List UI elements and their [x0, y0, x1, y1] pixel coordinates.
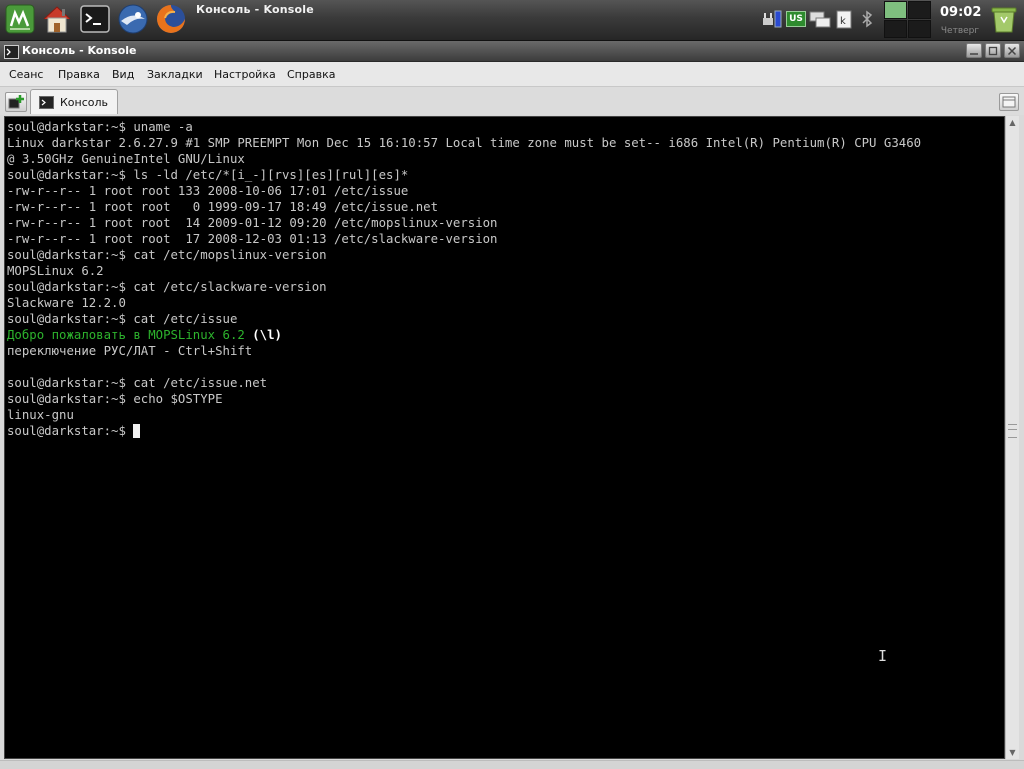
menu-edit[interactable]: Правка	[58, 68, 100, 81]
close-tab-button[interactable]	[999, 93, 1019, 111]
terminal-line: soul@darkstar:~$ ls -ld /etc/*[i_-][rvs]…	[7, 168, 409, 182]
menu-settings[interactable]: Настройка	[214, 68, 276, 81]
power-plug-icon[interactable]	[760, 8, 784, 30]
terminal-line: -rw-r--r-- 1 root root 17 2008-12-03 01:…	[7, 232, 498, 246]
terminal-line: Linux darkstar 2.6.27.9 #1 SMP PREEMPT M…	[7, 136, 922, 150]
text-cursor	[133, 424, 141, 438]
svg-text:k: k	[840, 16, 846, 27]
terminal-prompt-line[interactable]: soul@darkstar:~$	[7, 423, 921, 439]
terminal-line: soul@darkstar:~$ echo $OSTYPE	[7, 392, 223, 406]
active-window-title[interactable]: Консоль - Konsole	[196, 3, 314, 16]
menu-view[interactable]: Вид	[112, 68, 134, 81]
scroll-down-icon[interactable]: ▼	[1007, 747, 1018, 758]
mops-menu-icon[interactable]	[4, 3, 36, 35]
home-folder-icon[interactable]	[41, 3, 73, 35]
menu-bar: Сеанс Правка Вид Закладки Настройка Спра…	[0, 62, 1024, 87]
trash-icon[interactable]	[988, 3, 1020, 35]
top-panel: Консоль - Konsole US k 09:02 Четверг	[0, 0, 1024, 41]
terminal-tab-icon	[39, 96, 54, 109]
maximize-button[interactable]	[985, 43, 1001, 58]
desktop-2[interactable]	[908, 1, 931, 19]
desktop-3[interactable]	[884, 20, 907, 38]
new-tab-icon	[8, 95, 24, 109]
terminal-welcome-line: Добро пожаловать в MOPSLinux 6.2 (\l)	[7, 327, 921, 343]
tab-bar: Консоль	[0, 87, 1024, 115]
terminal-line: -rw-r--r-- 1 root root 133 2008-10-06 17…	[7, 184, 409, 198]
network-icon[interactable]	[808, 8, 832, 30]
terminal-line: soul@darkstar:~$ cat /etc/mopslinux-vers…	[7, 248, 327, 262]
bluetooth-icon[interactable]	[858, 8, 876, 30]
terminal-line: MOPSLinux 6.2	[7, 264, 104, 278]
tab-label: Консоль	[60, 96, 109, 109]
tab-konsole[interactable]: Консоль	[30, 89, 118, 114]
firefox-icon[interactable]	[155, 3, 187, 35]
menu-bookmarks[interactable]: Закладки	[147, 68, 203, 81]
menu-help[interactable]: Справка	[287, 68, 335, 81]
terminal-line: Slackware 12.2.0	[7, 296, 126, 310]
keyboard-layout-indicator[interactable]: US	[786, 8, 806, 30]
scrollbar-grip[interactable]	[1008, 424, 1017, 438]
clock-day: Четверг	[940, 26, 980, 36]
terminal-icon[interactable]	[79, 3, 111, 35]
terminal-line: soul@darkstar:~$ uname -a	[7, 120, 193, 134]
minimize-button[interactable]	[966, 43, 982, 58]
terminal-line: linux-gnu	[7, 408, 74, 422]
mouse-ibeam-icon: I	[878, 647, 888, 665]
keyboard-layout-label: US	[786, 11, 806, 27]
klipper-icon[interactable]: k	[834, 8, 854, 30]
new-tab-button[interactable]	[5, 92, 27, 112]
terminal-scrollbar[interactable]: ▲ ▼	[1005, 116, 1019, 759]
terminal-line: soul@darkstar:~$ cat /etc/issue.net	[7, 376, 268, 390]
mail-client-icon[interactable]	[117, 3, 149, 35]
welcome-tty: (\l)	[244, 328, 282, 342]
terminal-prompt: soul@darkstar:~$	[7, 424, 134, 438]
window-titlebar[interactable]: Консоль - Konsole	[0, 41, 1024, 62]
window-title: Консоль - Konsole	[22, 44, 137, 57]
terminal-line: soul@darkstar:~$ cat /etc/issue	[7, 312, 238, 326]
terminal-line: -rw-r--r-- 1 root root 0 1999-09-17 18:4…	[7, 200, 439, 214]
close-window-button[interactable]	[1004, 43, 1020, 58]
terminal-line: -rw-r--r-- 1 root root 14 2009-01-12 09:…	[7, 216, 498, 230]
menu-session[interactable]: Сеанс	[9, 68, 43, 81]
desktop-1[interactable]	[884, 1, 907, 19]
window-menu-icon[interactable]	[4, 44, 19, 63]
clock-time[interactable]: 09:02	[940, 5, 981, 20]
terminal-line: soul@darkstar:~$ cat /etc/slackware-vers…	[7, 280, 327, 294]
scroll-up-icon[interactable]: ▲	[1007, 117, 1018, 128]
terminal-line: @ 3.50GHz GenuineIntel GNU/Linux	[7, 152, 245, 166]
terminal-line: переключение РУС/ЛАТ - Ctrl+Shift	[7, 344, 253, 358]
desktop-4[interactable]	[908, 20, 931, 38]
welcome-text: Добро пожаловать в MOPSLinux 6.2	[7, 328, 245, 342]
terminal-output[interactable]: soul@darkstar:~$ uname -a Linux darkstar…	[4, 116, 1005, 759]
close-tab-icon	[1002, 96, 1016, 108]
